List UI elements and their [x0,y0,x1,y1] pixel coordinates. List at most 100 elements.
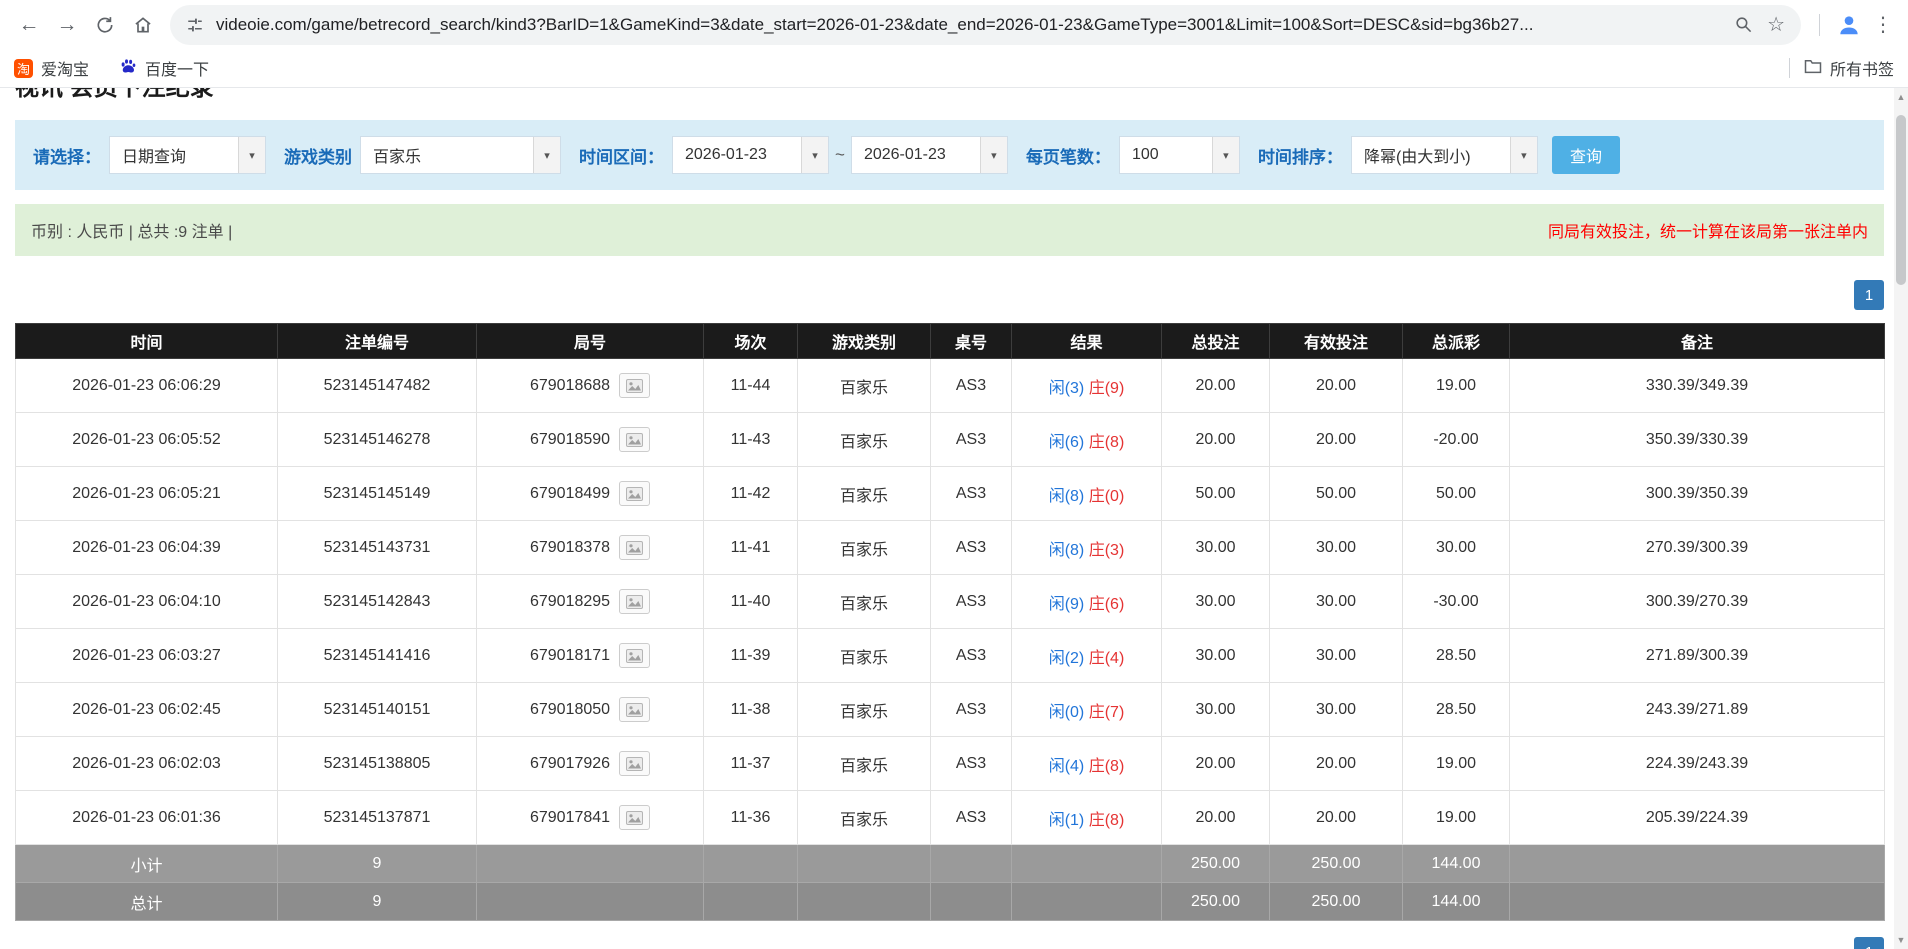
search-button[interactable]: 查询 [1552,136,1620,174]
cell-total-bet[interactable]: 30.00 [1162,575,1270,629]
date-start-combobox[interactable]: 2026-01-23 ▾ [672,136,829,174]
subtotal-label: 小计 [16,845,278,883]
cell-payout: 19.00 [1403,359,1510,413]
filter-label-query-type: 请选择： [33,143,101,168]
chevron-down-icon[interactable]: ▾ [238,137,265,173]
result-player: 闲(8) [1049,542,1085,559]
bookmark-baidu[interactable]: 百度一下 [119,56,209,80]
cell-bet-id: 523145138805 [278,737,477,791]
cell-total-bet[interactable]: 20.00 [1162,737,1270,791]
chevron-down-icon[interactable]: ▾ [1212,137,1239,173]
chevron-down-icon[interactable]: ▾ [980,137,1007,173]
cell-result: 闲(9) 庄(6) [1012,575,1162,629]
chevron-down-icon[interactable]: ▾ [801,137,828,173]
cell-time: 2026-01-23 06:02:03 [16,737,278,791]
round-number: 679018050 [530,701,610,719]
cell-result: 闲(8) 庄(0) [1012,467,1162,521]
round-image-icon[interactable] [619,805,650,830]
cell-valid-bet: 30.00 [1270,575,1403,629]
home-button[interactable] [124,6,162,44]
cell-total-bet[interactable]: 30.00 [1162,629,1270,683]
cell-total-bet[interactable]: 30.00 [1162,521,1270,575]
cell-table-no: AS3 [931,359,1012,413]
table-row: 2026-01-23 06:03:27523145141416679018171… [16,629,1885,683]
round-image-icon[interactable] [619,481,650,506]
summary-empty-cell [1510,883,1885,921]
bookmarks-bar: 淘 爱淘宝 百度一下 所有书签 [0,49,1908,88]
summary-empty-cell [1510,845,1885,883]
round-image-icon[interactable] [619,643,650,668]
result-player: 闲(0) [1049,704,1085,721]
profile-avatar[interactable] [1836,12,1862,38]
query-type-combobox[interactable]: 日期查询 ▾ [109,136,266,174]
result-player: 闲(9) [1049,596,1085,613]
scroll-down-arrow[interactable]: ▼ [1894,933,1908,947]
result-banker: 庄(4) [1089,650,1125,667]
cell-total-bet[interactable]: 20.00 [1162,791,1270,845]
bookmark-star-icon[interactable]: ☆ [1767,15,1785,35]
cell-session: 11-39 [704,629,798,683]
round-wrap: 679018295 [530,589,650,614]
round-image-icon[interactable] [619,589,650,614]
chevron-down-icon[interactable]: ▾ [1510,137,1537,173]
cell-session: 11-38 [704,683,798,737]
column-header: 场次 [704,324,798,359]
cell-remark: 330.39/349.39 [1510,359,1885,413]
cell-time: 2026-01-23 06:05:21 [16,467,278,521]
cell-bet-id: 523145145149 [278,467,477,521]
round-number: 679017841 [530,809,610,827]
round-wrap: 679017841 [530,805,650,830]
cell-bet-id: 523145146278 [278,413,477,467]
refresh-button[interactable] [86,6,124,44]
cell-time: 2026-01-23 06:02:45 [16,683,278,737]
cell-total-bet[interactable]: 50.00 [1162,467,1270,521]
all-bookmarks-label: 所有书签 [1830,56,1894,80]
page-title: 视讯 会员下注纪录 [15,88,1884,102]
bookmark-taobao[interactable]: 淘 爱淘宝 [14,56,89,80]
round-image-icon[interactable] [619,535,650,560]
cell-total-bet[interactable]: 20.00 [1162,413,1270,467]
round-image-icon[interactable] [619,751,650,776]
table-row: 2026-01-23 06:05:52523145146278679018590… [16,413,1885,467]
zoom-icon[interactable] [1734,15,1753,34]
url-bar[interactable]: videoie.com/game/betrecord_search/kind3?… [170,5,1801,45]
pagination-bottom-page-1[interactable]: 1 [1854,937,1884,949]
pagination-page-1[interactable]: 1 [1854,280,1884,310]
game-type-combobox[interactable]: 百家乐 ▾ [360,136,561,174]
round-number: 679018171 [530,647,610,665]
cell-payout: 19.00 [1403,791,1510,845]
page-size-combobox[interactable]: 100 ▾ [1119,136,1240,174]
cell-table-no: AS3 [931,413,1012,467]
all-bookmarks-button[interactable]: 所有书签 [1804,56,1894,80]
cell-total-bet[interactable]: 30.00 [1162,683,1270,737]
browser-menu-icon[interactable]: ⋮ [1868,12,1898,37]
summary-empty-cell [931,845,1012,883]
column-header: 总投注 [1162,324,1270,359]
back-button[interactable]: ← [10,6,48,44]
sort-order-combobox[interactable]: 降幂(由大到小) ▾ [1351,136,1538,174]
scrollbar[interactable]: ▲ ▼ [1894,88,1908,949]
cell-session: 11-37 [704,737,798,791]
forward-button[interactable]: → [48,6,86,44]
round-image-icon[interactable] [619,697,650,722]
scroll-up-arrow[interactable]: ▲ [1894,90,1908,104]
chevron-down-icon[interactable]: ▾ [533,137,560,173]
cell-round: 679018688 [477,359,704,413]
round-image-icon[interactable] [619,427,650,452]
pagination-top: 1 [15,280,1884,310]
date-range-tilde: ~ [835,145,845,165]
cell-payout: -20.00 [1403,413,1510,467]
cell-game-type: 百家乐 [798,413,931,467]
cell-remark: 243.39/271.89 [1510,683,1885,737]
round-image-icon[interactable] [619,373,650,398]
cell-round: 679017841 [477,791,704,845]
cell-game-type: 百家乐 [798,521,931,575]
total-label: 总计 [16,883,278,921]
site-info-icon[interactable] [186,16,204,34]
cell-game-type: 百家乐 [798,629,931,683]
date-end-combobox[interactable]: 2026-01-23 ▾ [851,136,1008,174]
filter-label-sort: 时间排序： [1258,143,1343,168]
person-icon [1836,12,1862,38]
cell-total-bet[interactable]: 20.00 [1162,359,1270,413]
scrollbar-thumb[interactable] [1896,115,1906,285]
